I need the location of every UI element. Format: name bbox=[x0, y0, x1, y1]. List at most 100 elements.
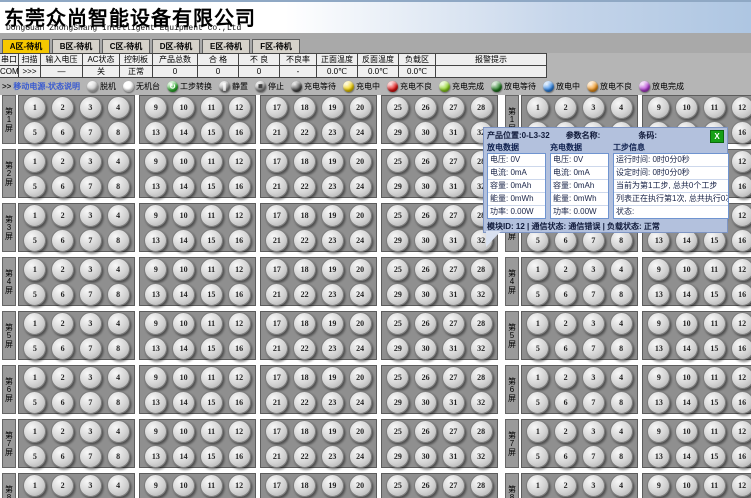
battery-cell[interactable]: 23 bbox=[321, 175, 344, 198]
battery-cell[interactable]: 10 bbox=[172, 258, 195, 281]
battery-cell[interactable]: 15 bbox=[200, 391, 223, 414]
battery-cell[interactable]: 8 bbox=[107, 445, 130, 468]
battery-cell[interactable]: 3 bbox=[79, 258, 102, 281]
battery-cell[interactable]: 15 bbox=[200, 121, 223, 144]
tab-zone-4[interactable]: E区-待机 bbox=[202, 39, 250, 53]
battery-cell[interactable]: 25 bbox=[386, 366, 409, 389]
battery-cell[interactable]: 5 bbox=[526, 283, 549, 306]
battery-cell[interactable]: 15 bbox=[200, 175, 223, 198]
battery-cell[interactable]: 22 bbox=[293, 391, 316, 414]
battery-cell[interactable]: 12 bbox=[228, 366, 251, 389]
battery-cell[interactable]: 3 bbox=[582, 474, 605, 497]
battery-cell[interactable]: 2 bbox=[51, 204, 74, 227]
battery-cell[interactable]: 4 bbox=[107, 474, 130, 497]
battery-cell[interactable]: 15 bbox=[200, 337, 223, 360]
battery-cell[interactable]: 12 bbox=[731, 474, 751, 497]
battery-cell[interactable]: 13 bbox=[144, 229, 167, 252]
battery-cell[interactable]: 17 bbox=[265, 420, 288, 443]
battery-cell[interactable]: 18 bbox=[293, 96, 316, 119]
battery-cell[interactable]: 31 bbox=[442, 445, 465, 468]
battery-cell[interactable]: 15 bbox=[703, 283, 726, 306]
battery-cell[interactable]: 32 bbox=[470, 445, 493, 468]
battery-cell[interactable]: 26 bbox=[414, 258, 437, 281]
battery-cell[interactable]: 1 bbox=[526, 420, 549, 443]
battery-cell[interactable]: 12 bbox=[228, 474, 251, 497]
battery-cell[interactable]: 12 bbox=[228, 312, 251, 335]
battery-cell[interactable]: 2 bbox=[51, 312, 74, 335]
battery-cell[interactable]: 28 bbox=[470, 366, 493, 389]
battery-cell[interactable]: 2 bbox=[51, 420, 74, 443]
battery-cell[interactable]: 7 bbox=[582, 283, 605, 306]
battery-cell[interactable]: 5 bbox=[23, 121, 46, 144]
battery-cell[interactable]: 4 bbox=[107, 312, 130, 335]
battery-cell[interactable]: 18 bbox=[293, 150, 316, 173]
battery-cell[interactable]: 10 bbox=[172, 312, 195, 335]
info-value[interactable]: >>> bbox=[19, 66, 40, 77]
battery-cell[interactable]: 3 bbox=[79, 420, 102, 443]
battery-cell[interactable]: 6 bbox=[51, 445, 74, 468]
battery-cell[interactable]: 5 bbox=[23, 391, 46, 414]
battery-cell[interactable]: 25 bbox=[386, 474, 409, 497]
battery-cell[interactable]: 8 bbox=[107, 337, 130, 360]
battery-cell[interactable]: 5 bbox=[526, 337, 549, 360]
battery-cell[interactable]: 7 bbox=[582, 445, 605, 468]
battery-cell[interactable]: 2 bbox=[554, 312, 577, 335]
battery-cell[interactable]: 12 bbox=[731, 366, 751, 389]
battery-cell[interactable]: 10 bbox=[675, 420, 698, 443]
battery-cell[interactable]: 10 bbox=[675, 312, 698, 335]
battery-cell[interactable]: 31 bbox=[442, 175, 465, 198]
battery-cell[interactable]: 13 bbox=[144, 283, 167, 306]
battery-cell[interactable]: 9 bbox=[647, 420, 670, 443]
battery-cell[interactable]: 8 bbox=[107, 121, 130, 144]
battery-cell[interactable]: 15 bbox=[703, 445, 726, 468]
battery-cell[interactable]: 4 bbox=[107, 420, 130, 443]
battery-cell[interactable]: 14 bbox=[172, 445, 195, 468]
battery-cell[interactable]: 2 bbox=[51, 366, 74, 389]
battery-cell[interactable]: 24 bbox=[349, 337, 372, 360]
battery-cell[interactable]: 8 bbox=[107, 229, 130, 252]
battery-cell[interactable]: 24 bbox=[349, 229, 372, 252]
battery-cell[interactable]: 23 bbox=[321, 283, 344, 306]
battery-cell[interactable]: 30 bbox=[414, 445, 437, 468]
battery-cell[interactable]: 30 bbox=[414, 175, 437, 198]
battery-cell[interactable]: 3 bbox=[79, 204, 102, 227]
battery-cell[interactable]: 16 bbox=[731, 337, 751, 360]
battery-cell[interactable]: 12 bbox=[228, 420, 251, 443]
battery-cell[interactable]: 9 bbox=[647, 258, 670, 281]
battery-cell[interactable]: 8 bbox=[107, 391, 130, 414]
battery-cell[interactable]: 28 bbox=[470, 312, 493, 335]
battery-cell[interactable]: 20 bbox=[349, 150, 372, 173]
battery-cell[interactable]: 7 bbox=[79, 283, 102, 306]
battery-cell[interactable]: 1 bbox=[23, 96, 46, 119]
battery-cell[interactable]: 10 bbox=[172, 204, 195, 227]
battery-cell[interactable]: 29 bbox=[386, 229, 409, 252]
battery-cell[interactable]: 21 bbox=[265, 229, 288, 252]
battery-cell[interactable]: 32 bbox=[470, 337, 493, 360]
battery-cell[interactable]: 9 bbox=[144, 312, 167, 335]
battery-cell[interactable]: 25 bbox=[386, 312, 409, 335]
battery-cell[interactable]: 7 bbox=[79, 229, 102, 252]
battery-cell[interactable]: 5 bbox=[526, 391, 549, 414]
battery-cell[interactable]: 1 bbox=[526, 258, 549, 281]
battery-cell[interactable]: 23 bbox=[321, 337, 344, 360]
battery-cell[interactable]: 15 bbox=[200, 283, 223, 306]
battery-cell[interactable]: 20 bbox=[349, 312, 372, 335]
battery-cell[interactable]: 11 bbox=[703, 258, 726, 281]
battery-cell[interactable]: 12 bbox=[731, 312, 751, 335]
battery-cell[interactable]: 5 bbox=[526, 445, 549, 468]
battery-cell[interactable]: 27 bbox=[442, 420, 465, 443]
battery-cell[interactable]: 8 bbox=[610, 283, 633, 306]
battery-cell[interactable]: 26 bbox=[414, 420, 437, 443]
battery-cell[interactable]: 10 bbox=[172, 420, 195, 443]
battery-cell[interactable]: 26 bbox=[414, 96, 437, 119]
battery-cell[interactable]: 8 bbox=[610, 337, 633, 360]
battery-cell[interactable]: 11 bbox=[200, 312, 223, 335]
battery-cell[interactable]: 30 bbox=[414, 121, 437, 144]
battery-cell[interactable]: 16 bbox=[228, 283, 251, 306]
battery-cell[interactable]: 5 bbox=[23, 175, 46, 198]
battery-cell[interactable]: 17 bbox=[265, 312, 288, 335]
battery-cell[interactable]: 26 bbox=[414, 204, 437, 227]
battery-cell[interactable]: 6 bbox=[51, 175, 74, 198]
tab-zone-2[interactable]: C区-待机 bbox=[102, 39, 150, 53]
battery-cell[interactable]: 5 bbox=[23, 283, 46, 306]
